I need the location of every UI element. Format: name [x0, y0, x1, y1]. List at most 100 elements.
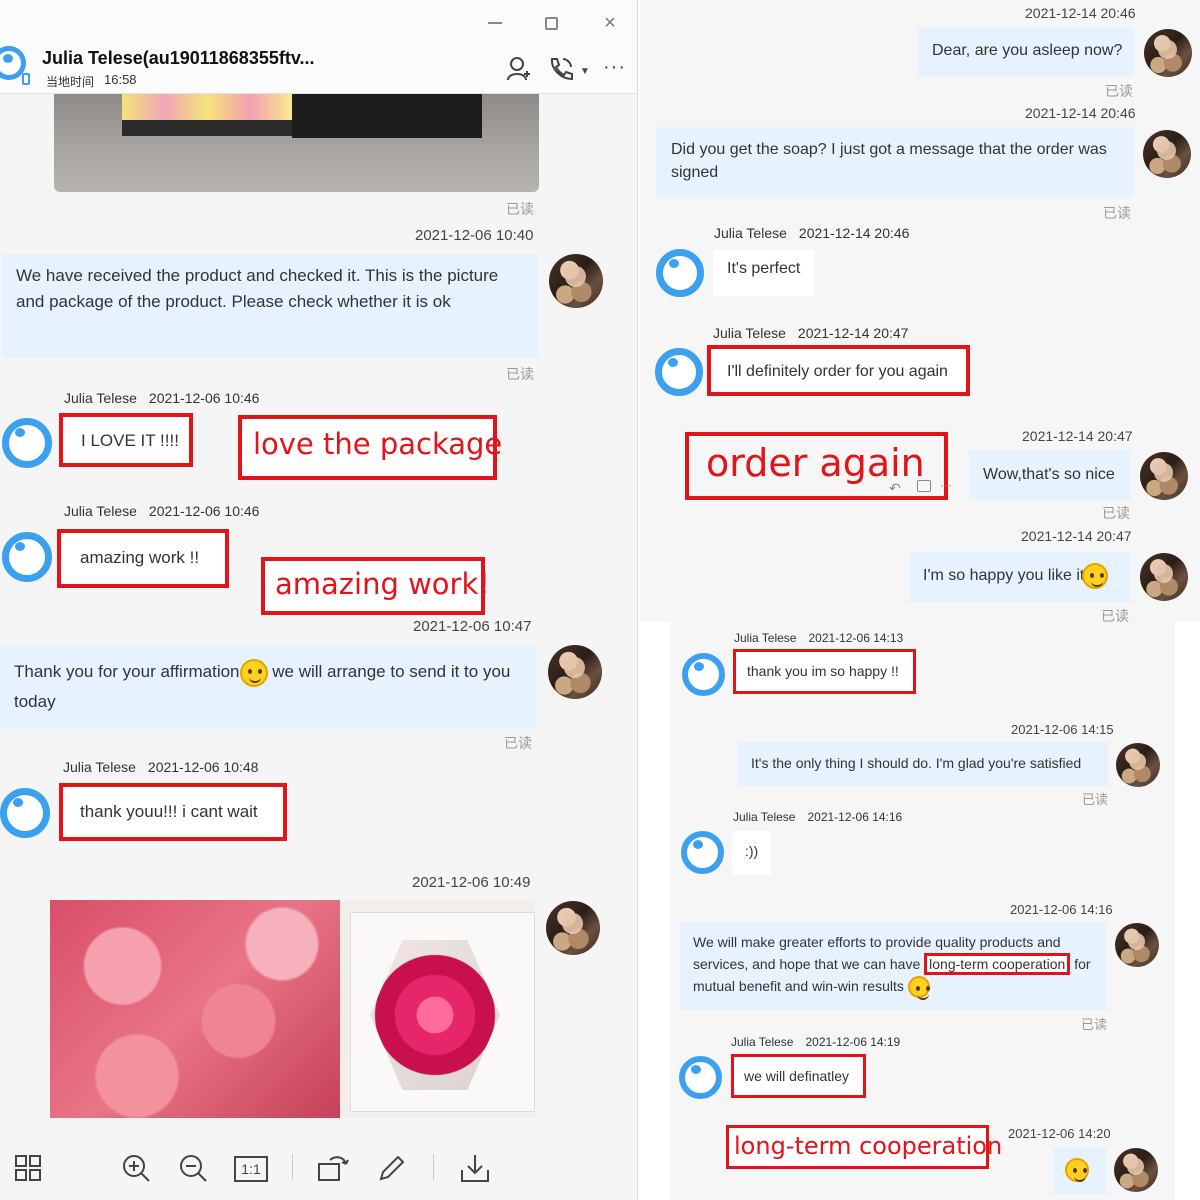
maximize-icon[interactable]: [545, 17, 558, 30]
more-actions-icon[interactable]: ···: [940, 478, 952, 492]
annotation-love-package: love the package: [238, 415, 502, 480]
message-timestamp: 2021-12-06 10:40: [415, 227, 534, 244]
message-sender: Julia Telese 2021-12-14 20:47: [713, 325, 909, 341]
message-sender: Julia Telese 2021-12-06 10:48: [63, 759, 259, 775]
message-timestamp: 2021-12-14 20:46: [1025, 105, 1136, 121]
grid-icon[interactable]: [14, 1154, 42, 1182]
more-options-icon[interactable]: ···: [603, 56, 626, 79]
toolbar-divider: [433, 1154, 434, 1180]
read-status: 已读: [506, 366, 534, 382]
message-timestamp: 2021-12-14 20:46: [1025, 5, 1136, 21]
contact-avatar: [2, 532, 52, 582]
annotation-order-again: order again ↶: [685, 432, 948, 500]
highlighted-message[interactable]: I LOVE IT !!!!: [59, 413, 193, 467]
message-timestamp: 2021-12-06 14:20: [1008, 1126, 1111, 1141]
message-timestamp: 2021-12-06 14:15: [1011, 722, 1114, 737]
contact-avatar: [2, 418, 52, 468]
minimize-icon[interactable]: [488, 22, 502, 24]
chevron-down-icon[interactable]: ▼: [580, 66, 590, 77]
read-status: 已读: [1103, 205, 1131, 221]
pencil-icon[interactable]: [376, 1152, 408, 1184]
my-avatar: [548, 645, 602, 699]
contact-name: Julia Telese(au19011868355ftv...: [42, 48, 315, 68]
smile-emoji-icon: [1082, 563, 1109, 589]
message-timestamp: 2021-12-14 20:47: [1022, 428, 1133, 444]
my-avatar: [1143, 130, 1191, 178]
phone-small-icon: [22, 73, 30, 85]
quote-icon[interactable]: [917, 480, 931, 492]
outgoing-message[interactable]: Wow,that's so nice: [969, 450, 1131, 500]
outgoing-message[interactable]: We will make greater efforts to provide …: [680, 922, 1107, 1010]
rotate-icon[interactable]: [316, 1152, 350, 1184]
my-avatar: [1140, 452, 1188, 500]
contact-avatar: [0, 788, 50, 838]
chat-window-left: × Julia Telese(au19011868355ftv... 当地时间 …: [0, 0, 638, 1200]
highlighted-message[interactable]: amazing work !!: [57, 529, 229, 588]
message-sender: Julia Telese 2021-12-06 14:13: [734, 631, 904, 645]
local-time-label: 当地时间: [46, 75, 95, 89]
product-photo-soap[interactable]: [50, 900, 535, 1120]
incoming-message[interactable]: It's perfect: [713, 250, 815, 296]
chat-window-right-bottom: Julia Telese 2021-12-06 14:13 thank you i…: [670, 622, 1175, 1200]
outgoing-message[interactable]: Dear, are you asleep now?: [918, 28, 1134, 76]
outgoing-message[interactable]: We have received the product and checked…: [2, 254, 538, 358]
highlighted-message[interactable]: we will definatley: [731, 1054, 866, 1098]
outgoing-message[interactable]: I'm so happy you like it: [909, 552, 1131, 602]
outgoing-message[interactable]: Did you get the soap? I just got a messa…: [656, 127, 1134, 197]
actual-size-button[interactable]: 1:1: [234, 1156, 268, 1182]
highlighted-message[interactable]: thank youu!!! i cant wait: [59, 783, 287, 841]
my-avatar: [1115, 923, 1159, 967]
outgoing-sticker[interactable]: [1053, 1148, 1107, 1194]
my-avatar: [1116, 743, 1160, 787]
image-viewer-toolbar: 1:1: [0, 1118, 636, 1200]
read-status: 已读: [1082, 792, 1109, 807]
contact-avatar: [682, 653, 725, 696]
message-timestamp: 2021-12-06 10:47: [413, 618, 532, 635]
message-timestamp: 2021-12-14 20:47: [1021, 528, 1132, 544]
zoom-in-icon[interactable]: [120, 1152, 152, 1184]
read-status: 已读: [1102, 505, 1130, 521]
toolbar-divider: [292, 1154, 293, 1180]
highlighted-message[interactable]: I'll definitely order for you again: [707, 345, 970, 396]
read-status: 已读: [1081, 1017, 1108, 1032]
my-avatar: [546, 901, 600, 955]
outgoing-message[interactable]: Thank you for your affirmation we will a…: [0, 645, 537, 729]
reply-icon[interactable]: ↶: [889, 480, 901, 497]
contact-avatar: [681, 831, 724, 874]
phone-call-icon[interactable]: [547, 55, 575, 83]
emoji-sticker-icon: [1065, 1157, 1089, 1182]
add-contact-icon[interactable]: [506, 56, 532, 82]
smile-emoji-icon: [239, 658, 268, 687]
read-status: 已读: [506, 201, 534, 217]
highlighted-phrase: long-term cooperation: [924, 953, 1071, 975]
my-avatar: [1144, 29, 1192, 77]
message-sender: Julia Telese 2021-12-06 10:46: [64, 503, 260, 519]
message-timestamp: 2021-12-06 14:16: [1010, 902, 1113, 917]
message-sender: Julia Telese 2021-12-14 20:46: [714, 225, 910, 241]
incoming-message[interactable]: :)): [732, 831, 772, 875]
contact-avatar: [656, 249, 704, 297]
my-avatar: [1114, 1148, 1158, 1192]
zoom-out-icon[interactable]: [177, 1152, 209, 1184]
message-sender: Julia Telese 2021-12-06 10:46: [64, 390, 260, 406]
download-icon[interactable]: [458, 1152, 492, 1184]
outgoing-message[interactable]: It's the only thing I should do. I'm gla…: [738, 742, 1108, 786]
product-photo-top[interactable]: [54, 86, 539, 192]
close-icon[interactable]: ×: [600, 12, 620, 34]
read-status: 已读: [504, 735, 532, 751]
sweat-smile-emoji-icon: [907, 976, 930, 1001]
chat-title-bar: × Julia Telese(au19011868355ftv... 当地时间 …: [0, 0, 636, 94]
message-sender: Julia Telese 2021-12-06 14:19: [731, 1035, 901, 1049]
message-timestamp: 2021-12-06 10:49: [412, 874, 531, 891]
highlighted-message[interactable]: thank you im so happy !!: [733, 649, 916, 694]
read-status: 已读: [1101, 608, 1129, 622]
annotation-amazing-work: amazing work!: [261, 557, 490, 615]
message-sender: Julia Telese 2021-12-06 14:16: [733, 810, 903, 824]
contact-avatar: [679, 1056, 722, 1099]
my-avatar: [549, 254, 603, 308]
soap-box-image: [50, 900, 340, 1120]
read-status: 已读: [1105, 83, 1133, 99]
my-avatar: [1140, 553, 1188, 601]
local-time: 16:58: [104, 72, 137, 87]
chat-window-right-top: 2021-12-14 20:46 Dear, are you asleep no…: [640, 0, 1200, 622]
